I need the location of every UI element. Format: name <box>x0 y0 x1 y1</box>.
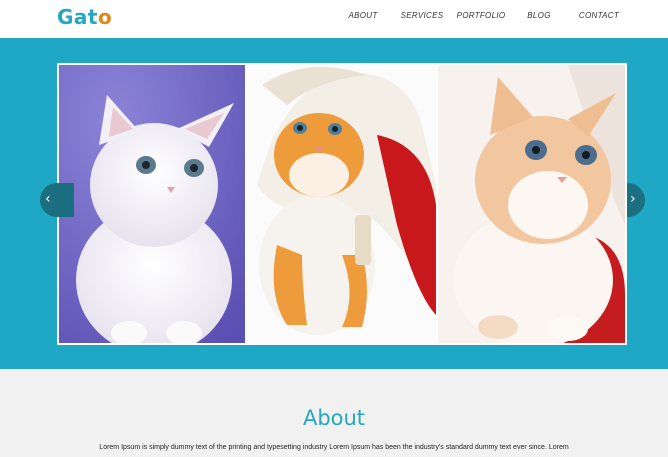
nav-item-contact[interactable]: CONTACT <box>572 7 626 25</box>
hero-slider: ‹ › <box>0 38 668 369</box>
site-header: Gato HOME ABOUT SERVICES PORTFOLIO BLOG … <box>0 0 668 38</box>
about-paragraph: Lorem Ipsum is simply dummy text of the … <box>99 444 569 451</box>
slider-frame <box>57 63 627 345</box>
about-heading: About <box>302 406 366 430</box>
nav-item-home[interactable]: HOME <box>279 7 329 25</box>
main-nav: HOME ABOUT SERVICES PORTFOLIO BLOG CONTA… <box>0 7 668 25</box>
nav-item-blog[interactable]: BLOG <box>520 7 558 25</box>
slider-prev-button[interactable]: ‹ <box>40 183 74 217</box>
slide-image-white-kitten <box>59 65 245 343</box>
slide-image-orange-kitten <box>247 65 436 343</box>
nav-item-portfolio[interactable]: PORTFOLIO <box>455 7 507 25</box>
nav-item-services[interactable]: SERVICES <box>397 7 447 25</box>
chevron-right-icon: › <box>630 191 636 207</box>
chevron-left-icon: ‹ <box>45 191 51 207</box>
slide-image-ginger-kitten <box>438 65 625 343</box>
nav-item-about[interactable]: ABOUT <box>340 7 386 25</box>
slider-next-button[interactable]: › <box>627 183 645 217</box>
